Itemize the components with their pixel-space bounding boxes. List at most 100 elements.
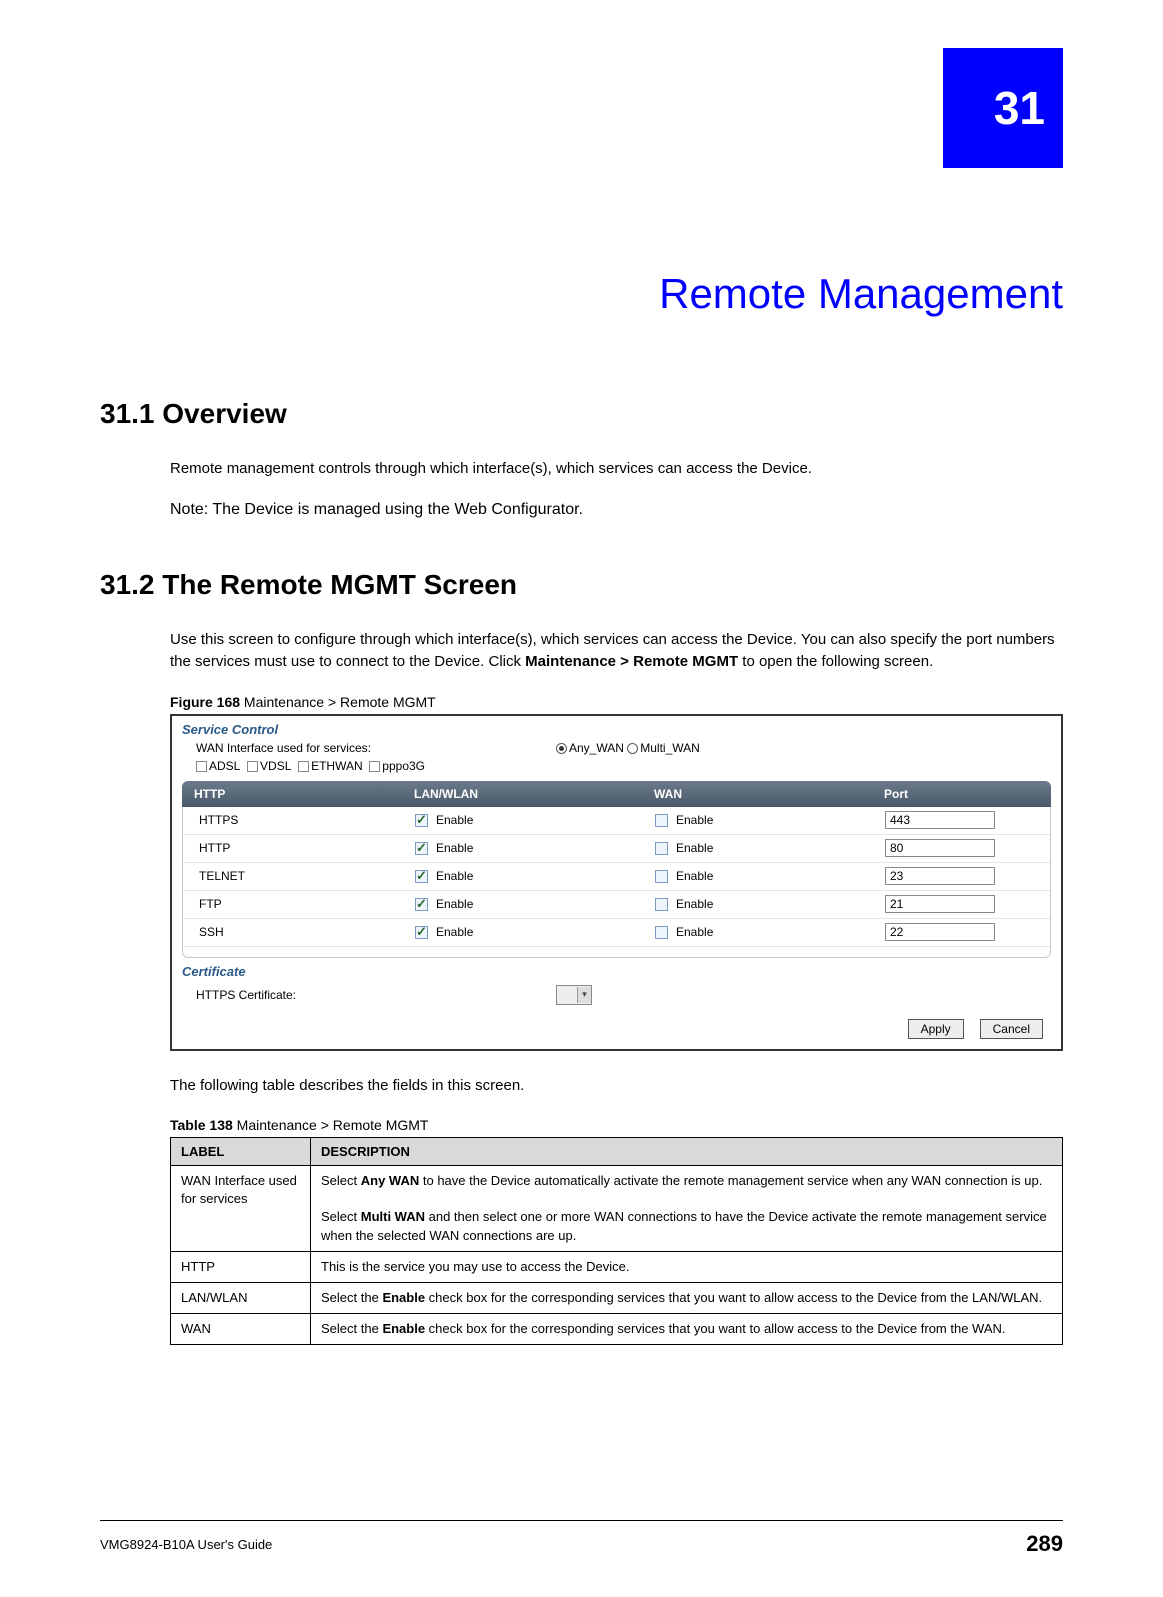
radio-any-label: Any_WAN — [569, 741, 624, 755]
enable-label: Enable — [436, 813, 473, 827]
radio-any-wan[interactable]: Any_WAN — [556, 741, 624, 755]
radio-dot-icon — [556, 743, 567, 754]
wan-enable-cell: Enable — [643, 813, 873, 827]
wan-enable-cell: Enable — [643, 925, 873, 939]
check-adsl[interactable]: ADSL — [196, 759, 240, 773]
section-mgmt-heading: 31.2 The Remote MGMT Screen — [100, 569, 1063, 601]
port-cell — [873, 839, 1050, 857]
radio-multi-wan[interactable]: Multi_WAN — [627, 741, 700, 755]
col-lan: LAN/WLAN — [402, 787, 642, 801]
mgmt-body-post: to open the following screen. — [738, 653, 933, 670]
cancel-button[interactable]: Cancel — [980, 1019, 1043, 1039]
ss-wan-interface-row: WAN Interface used for services: Any_WAN… — [172, 739, 1061, 759]
port-input[interactable] — [885, 923, 995, 941]
port-input[interactable] — [885, 895, 995, 913]
table-row: WAN Interface used for services Select A… — [171, 1166, 1063, 1252]
enable-label: Enable — [436, 841, 473, 855]
radio-multi-label: Multi_WAN — [640, 741, 700, 755]
overview-body: Remote management controls through which… — [170, 458, 1063, 481]
checkbox-icon[interactable] — [415, 926, 428, 939]
cell-label: WAN Interface used for services — [171, 1166, 311, 1252]
page-footer: VMG8924-B10A User's Guide 289 — [100, 1520, 1063, 1557]
ss-certificate-title: Certificate — [172, 958, 1061, 981]
chapter-number: 31 — [994, 81, 1045, 135]
figure-caption: Figure 168 Maintenance > Remote MGMT — [170, 694, 1063, 710]
lan-enable-cell: Enable — [403, 925, 643, 939]
cell-desc: Select Any WAN to have the Device automa… — [311, 1166, 1063, 1252]
ss-button-row: Apply Cancel — [172, 1015, 1061, 1043]
wan-enable-cell: Enable — [643, 869, 873, 883]
checkbox-icon[interactable] — [415, 842, 428, 855]
description-table: LABEL DESCRIPTION WAN Interface used for… — [170, 1137, 1063, 1345]
wan-enable-cell: Enable — [643, 841, 873, 855]
lan-enable-cell: Enable — [403, 813, 643, 827]
service-name: SSH — [183, 925, 403, 939]
mgmt-body: Use this screen to configure through whi… — [170, 629, 1063, 674]
overview-note: Note: The Device is managed using the We… — [170, 501, 1063, 519]
check-vdsl[interactable]: VDSL — [247, 759, 291, 773]
service-row: FTPEnableEnable — [183, 891, 1050, 919]
checkbox-icon — [247, 761, 258, 772]
service-row: HTTPS Enable Enable — [183, 807, 1050, 835]
checkbox-icon[interactable] — [415, 870, 428, 883]
cell-label: HTTP — [171, 1251, 311, 1282]
enable-label: Enable — [676, 841, 713, 855]
cell-desc: This is the service you may use to acces… — [311, 1251, 1063, 1282]
checkbox-icon[interactable] — [415, 898, 428, 911]
table-row: HTTP This is the service you may use to … — [171, 1251, 1063, 1282]
check-pppo3g[interactable]: pppo3G — [369, 759, 425, 773]
service-name: FTP — [183, 897, 403, 911]
apply-button[interactable]: Apply — [908, 1019, 964, 1039]
col-port: Port — [872, 787, 1051, 801]
cell-desc: Select the Enable check box for the corr… — [311, 1282, 1063, 1313]
checkbox-icon — [369, 761, 380, 772]
port-input[interactable] — [885, 839, 995, 857]
enable-label: Enable — [676, 869, 713, 883]
checkbox-icon[interactable] — [655, 870, 668, 883]
col-http: HTTP — [182, 787, 402, 801]
enable-label: Enable — [676, 925, 713, 939]
checkbox-icon[interactable] — [415, 814, 428, 827]
ss-https-cert-row: HTTPS Certificate: ▾ — [172, 981, 1061, 1015]
ss-service-table-body: HTTPS Enable Enable HTTP Enable Enable TELNET E… — [182, 807, 1051, 958]
table-intro: The following table describes the fields… — [170, 1075, 1063, 1098]
service-name: HTTP — [183, 841, 403, 855]
chevron-down-icon: ▾ — [577, 987, 591, 1003]
ss-https-cert-label: HTTPS Certificate: — [196, 988, 556, 1002]
mgmt-body-bold: Maintenance > Remote MGMT — [525, 653, 738, 670]
chapter-badge: CHAPTER 31 — [943, 48, 1063, 168]
table-label: Table 138 — [170, 1117, 233, 1133]
service-row: SSHEnableEnable — [183, 919, 1050, 947]
table-text: Maintenance > Remote MGMT — [233, 1117, 429, 1133]
lan-enable-cell: Enable — [403, 841, 643, 855]
col-wan: WAN — [642, 787, 872, 801]
cell-desc: Select the Enable check box for the corr… — [311, 1314, 1063, 1345]
section-overview-heading: 31.1 Overview — [100, 398, 1063, 430]
table-row: LAN/WLAN Select the Enable check box for… — [171, 1282, 1063, 1313]
footer-page-number: 289 — [1026, 1531, 1063, 1557]
port-cell — [873, 923, 1050, 941]
checkbox-icon[interactable] — [655, 898, 668, 911]
screenshot-remote-mgmt: Service Control WAN Interface used for s… — [170, 714, 1063, 1051]
th-label: LABEL — [171, 1138, 311, 1166]
enable-label: Enable — [436, 897, 473, 911]
service-name: TELNET — [183, 869, 403, 883]
footer-guide-name: VMG8924-B10A User's Guide — [100, 1537, 272, 1552]
port-cell — [873, 811, 1050, 829]
checkbox-icon[interactable] — [655, 842, 668, 855]
page-title: Remote Management — [100, 270, 1063, 318]
ss-wan-iface-label: WAN Interface used for services: — [196, 741, 556, 755]
table-row: WAN Select the Enable check box for the … — [171, 1314, 1063, 1345]
https-cert-select[interactable]: ▾ — [556, 985, 592, 1005]
checkbox-icon[interactable] — [655, 814, 668, 827]
radio-dot-icon — [627, 743, 638, 754]
port-input[interactable] — [885, 811, 995, 829]
service-name: HTTPS — [183, 813, 403, 827]
check-ethwan[interactable]: ETHWAN — [298, 759, 363, 773]
cell-label: LAN/WLAN — [171, 1282, 311, 1313]
service-row: HTTP Enable Enable — [183, 835, 1050, 863]
checkbox-icon[interactable] — [655, 926, 668, 939]
port-input[interactable] — [885, 867, 995, 885]
enable-label: Enable — [436, 869, 473, 883]
figure-label: Figure 168 — [170, 694, 240, 710]
